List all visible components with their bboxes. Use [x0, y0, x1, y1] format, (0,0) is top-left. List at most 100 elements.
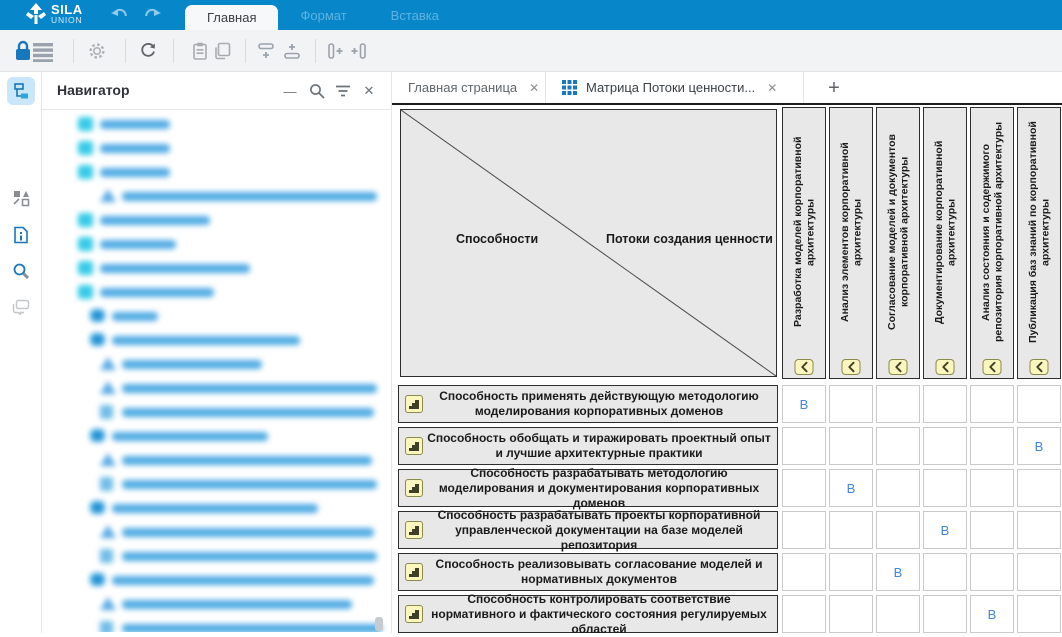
matrix-cell[interactable]: [1017, 595, 1061, 633]
matrix-cell[interactable]: [970, 385, 1014, 423]
search-model-icon[interactable]: [7, 257, 35, 285]
refresh-icon[interactable]: [136, 39, 160, 63]
matrix-cell[interactable]: В: [876, 553, 920, 591]
ribbon-tab-glavnaya[interactable]: Главная: [185, 5, 278, 30]
matrix-cell[interactable]: [923, 427, 967, 465]
shapes-palette-icon[interactable]: [7, 184, 35, 212]
tree-item[interactable]: [42, 260, 390, 278]
tree-item[interactable]: [42, 236, 390, 254]
tree-item[interactable]: [42, 380, 390, 398]
insert-column-left-icon[interactable]: [324, 39, 348, 63]
matrix-cell[interactable]: [876, 427, 920, 465]
matrix-cell[interactable]: В: [1017, 427, 1061, 465]
matrix-cell[interactable]: В: [829, 469, 873, 507]
tree-item[interactable]: [42, 524, 390, 542]
matrix-row-header[interactable]: Способность разрабатывать методологию мо…: [398, 469, 778, 507]
tab-glavnaya-stranitsa[interactable]: Главная страница ✕: [396, 72, 546, 103]
matrix-column-header[interactable]: Анализ элементов корпоративной архитекту…: [829, 107, 873, 379]
tree-item[interactable]: [42, 356, 390, 374]
matrix-column-header[interactable]: Публикация баз знаний по корпоративной а…: [1017, 107, 1061, 379]
insert-row-below-icon[interactable]: [280, 39, 304, 63]
matrix-cell[interactable]: [923, 469, 967, 507]
tree-item[interactable]: [42, 428, 390, 446]
filter-icon[interactable]: [333, 81, 353, 101]
matrix-cell[interactable]: [970, 469, 1014, 507]
paste-clipboard-icon[interactable]: [188, 39, 212, 63]
tree-item[interactable]: [42, 404, 390, 422]
matrix-row-header[interactable]: Способность обобщать и тиражировать прое…: [398, 427, 778, 465]
matrix-cell[interactable]: [970, 553, 1014, 591]
new-tab-button[interactable]: +: [820, 74, 848, 102]
minimize-icon[interactable]: —: [280, 81, 300, 101]
matrix-cell[interactable]: [923, 553, 967, 591]
matrix-cell[interactable]: В: [782, 385, 826, 423]
matrix-cell[interactable]: [782, 511, 826, 549]
matrix-cell[interactable]: [829, 385, 873, 423]
search-icon[interactable]: [307, 81, 327, 101]
matrix-cell[interactable]: [829, 427, 873, 465]
matrix-cell[interactable]: [1017, 553, 1061, 591]
insert-row-above-icon[interactable]: [254, 39, 278, 63]
tree-item[interactable]: [42, 284, 390, 302]
matrix-cell[interactable]: [782, 469, 826, 507]
matrix-row-header[interactable]: Способность реализовывать согласование м…: [398, 553, 778, 591]
tree-item[interactable]: [42, 500, 390, 518]
matrix-cell[interactable]: [923, 595, 967, 633]
close-icon[interactable]: ✕: [359, 81, 379, 101]
matrix-cell[interactable]: [1017, 385, 1061, 423]
matrix-cell[interactable]: [876, 595, 920, 633]
ribbon-tab-vstavka[interactable]: Вставка: [369, 0, 461, 30]
matrix-row-header[interactable]: Способность разрабатывать проекты корпор…: [398, 511, 778, 549]
matrix-column-header[interactable]: Согласование моделей и документов корпор…: [876, 107, 920, 379]
insert-column-right-icon[interactable]: [346, 39, 370, 63]
copy-icon[interactable]: [210, 39, 234, 63]
redo-icon[interactable]: [142, 7, 162, 23]
matrix-cell[interactable]: [876, 385, 920, 423]
undo-icon[interactable]: [110, 7, 130, 23]
tab-close-icon[interactable]: ✕: [767, 81, 777, 95]
comments-icon[interactable]: [7, 293, 35, 321]
tree-item[interactable]: [42, 548, 390, 566]
tree-item[interactable]: [42, 596, 390, 614]
tab-close-icon[interactable]: ✕: [529, 81, 539, 95]
tree-item[interactable]: [42, 620, 390, 632]
document-info-icon[interactable]: [7, 221, 35, 249]
matrix-cell[interactable]: [1017, 511, 1061, 549]
tree-item[interactable]: [42, 140, 390, 158]
matrix-cell[interactable]: [1017, 469, 1061, 507]
matrix-cell[interactable]: [829, 553, 873, 591]
matrix-column-header[interactable]: Разработка моделей корпоративной архитек…: [782, 107, 826, 379]
matrix-cell[interactable]: [829, 511, 873, 549]
tree-item[interactable]: [42, 212, 390, 230]
matrix-cell[interactable]: [970, 511, 1014, 549]
matrix-cell[interactable]: [782, 427, 826, 465]
matrix-cell[interactable]: [876, 511, 920, 549]
matrix-cell[interactable]: В: [923, 511, 967, 549]
matrix-cell[interactable]: [876, 469, 920, 507]
tree-item[interactable]: [42, 188, 390, 206]
matrix-cell[interactable]: В: [970, 595, 1014, 633]
matrix-cell[interactable]: [970, 427, 1014, 465]
tree-item[interactable]: [42, 308, 390, 326]
matrix-column-header[interactable]: Документирование корпоративной архитекту…: [923, 107, 967, 379]
tree-item[interactable]: [42, 332, 390, 350]
tree-item[interactable]: [42, 116, 390, 134]
matrix-corner-cell[interactable]: Способности Потоки создания ценности: [400, 109, 777, 377]
navigator-scrollbar-thumb[interactable]: [375, 617, 383, 631]
matrix-row-header[interactable]: Способность применять действующую методо…: [398, 385, 778, 423]
ribbon-tab-format[interactable]: Формат: [278, 0, 368, 30]
tree-item[interactable]: [42, 476, 390, 494]
settings-gear-icon[interactable]: [85, 39, 109, 63]
tree-item[interactable]: [42, 452, 390, 470]
matrix-cell[interactable]: [782, 553, 826, 591]
tab-matrix-potoki[interactable]: Матрица Потоки ценности... ✕: [548, 72, 804, 103]
navigator-tree-icon[interactable]: [7, 77, 35, 105]
matrix-row-header[interactable]: Способность контролировать соответствие …: [398, 595, 778, 633]
matrix-cell[interactable]: [782, 595, 826, 633]
matrix-column-header[interactable]: Анализ состояния и содержимого репозитор…: [970, 107, 1014, 379]
tree-item[interactable]: [42, 164, 390, 182]
tree-item[interactable]: [42, 572, 390, 590]
matrix-cell[interactable]: [829, 595, 873, 633]
lock-rows-icon[interactable]: [13, 39, 55, 63]
matrix-cell[interactable]: [923, 385, 967, 423]
